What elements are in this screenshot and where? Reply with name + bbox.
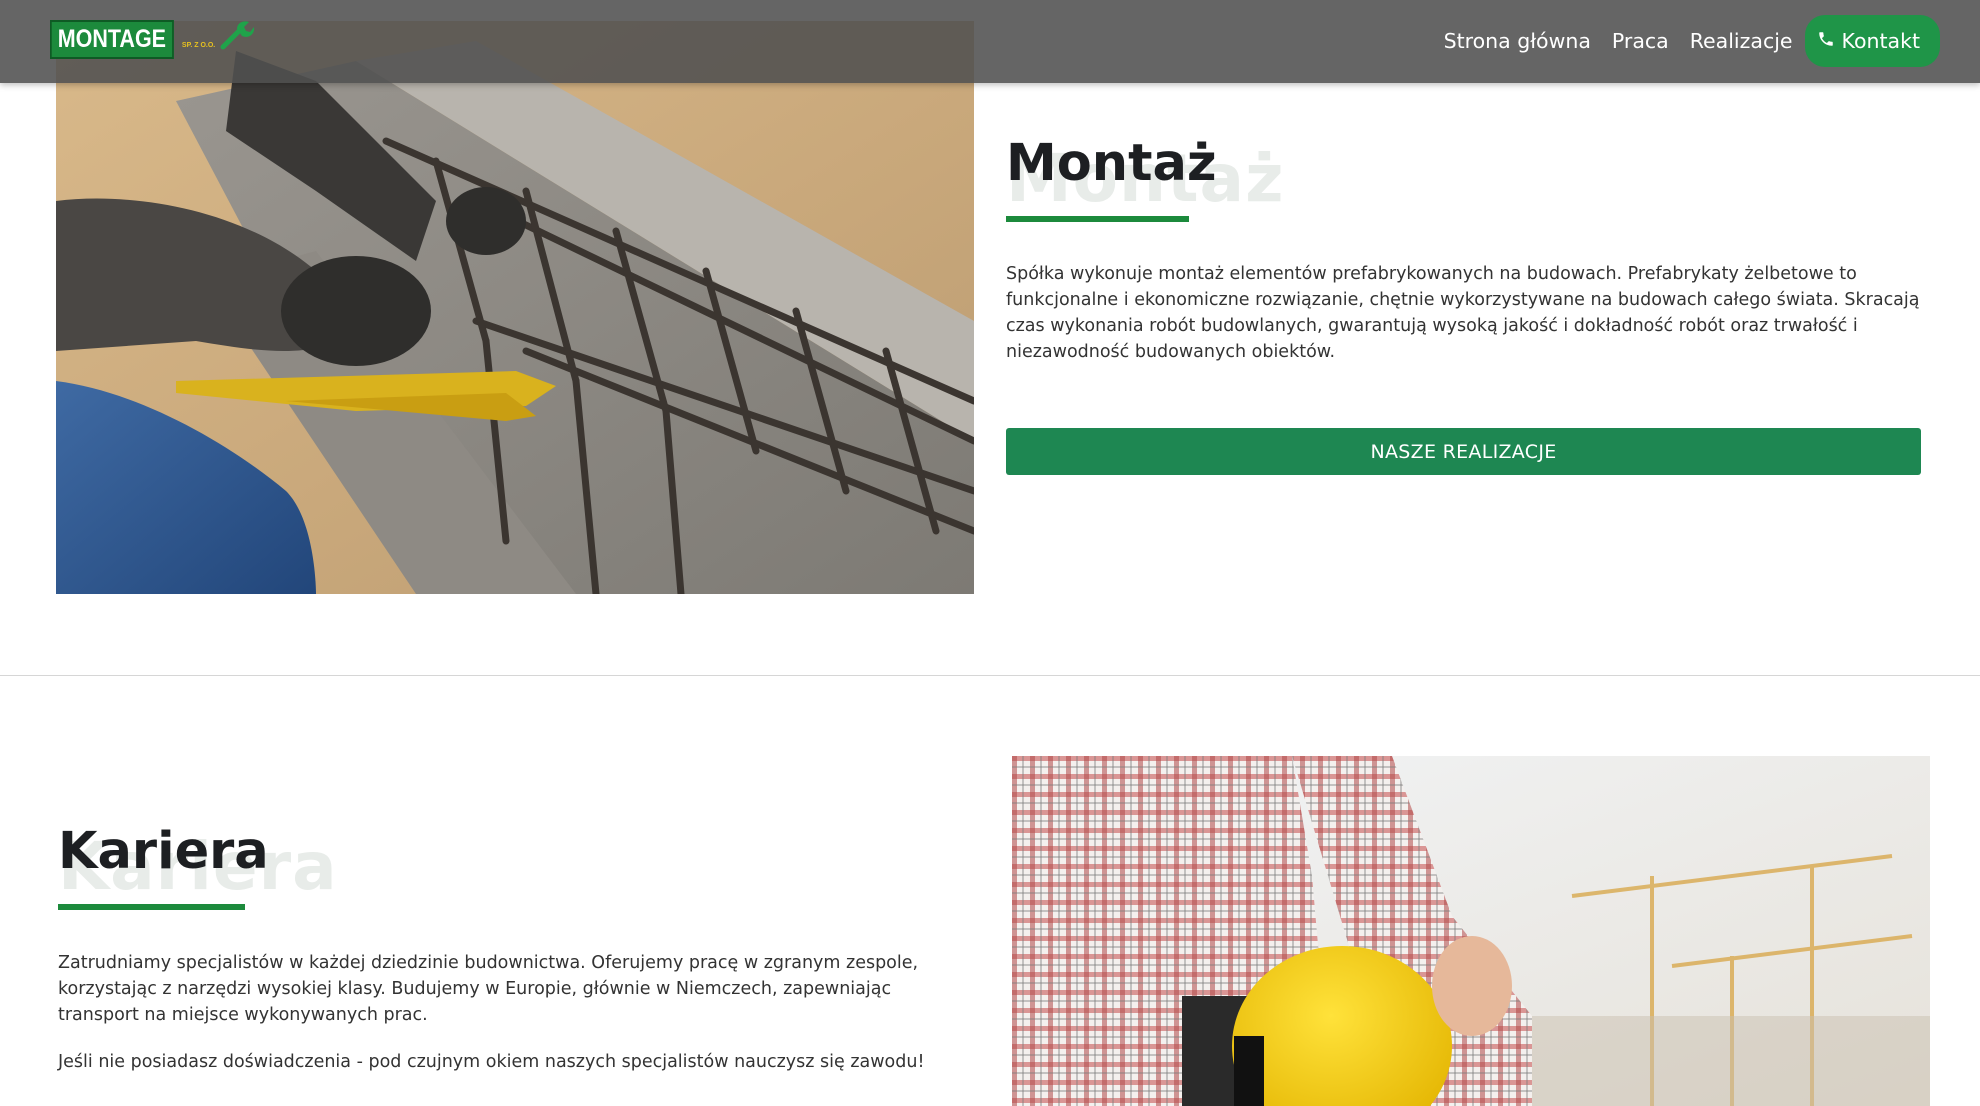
logo-text: MONTAGE — [50, 19, 174, 59]
contact-button[interactable]: Kontakt — [1804, 15, 1940, 67]
kariera-paragraph-1: Zatrudniamy specjalistów w każdej dziedz… — [58, 953, 919, 1025]
logo-subtitle: SP. Z O.O. — [181, 41, 216, 49]
section-divider — [0, 675, 1980, 676]
nav-praca[interactable]: Praca — [1612, 29, 1669, 53]
kariera-title: Kariera — [58, 822, 269, 881]
nav-realizacje[interactable]: Realizacje — [1690, 29, 1793, 53]
main-nav: Strona główna Praca Realizacje Kontakt — [1423, 15, 1940, 67]
kariera-title-underline — [58, 904, 245, 910]
montaz-title-underline — [1006, 216, 1189, 222]
montaz-title: Montaż — [1006, 134, 1217, 193]
montaz-paragraph: Spółka wykonuje montaż elementów prefabr… — [1006, 264, 1920, 362]
kariera-heading: Kariera Kariera — [58, 822, 337, 905]
phone-icon — [1817, 29, 1842, 53]
logo[interactable]: MONTAGE SP. Z O.O. — [50, 19, 255, 59]
worker-photo — [1012, 756, 1930, 1106]
nav-home[interactable]: Strona główna — [1444, 29, 1591, 53]
montaz-heading: Montaż Montaż — [1006, 134, 1284, 217]
contact-label: Kontakt — [1841, 29, 1920, 53]
kariera-paragraph-2: Jeśli nie posiadasz doświadczenia - pod … — [58, 1052, 925, 1072]
rebar-photo — [56, 21, 974, 594]
realizacje-button[interactable]: NASZE REALIZACJE — [1006, 428, 1921, 475]
wrench-icon — [219, 19, 255, 55]
site-header: MONTAGE SP. Z O.O. Strona główna Praca R… — [0, 0, 1980, 83]
